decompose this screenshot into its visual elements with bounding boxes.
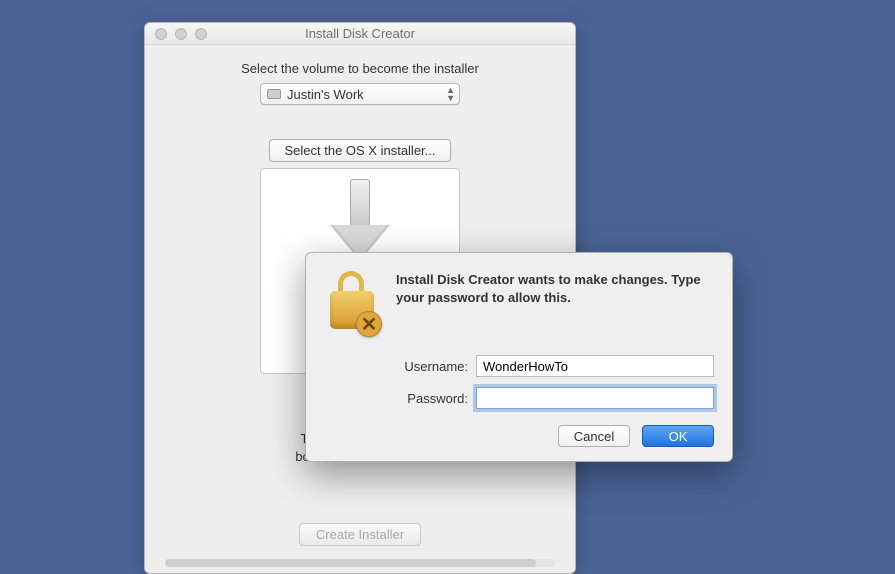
- ok-button[interactable]: OK: [642, 425, 714, 447]
- close-icon[interactable]: [155, 28, 167, 40]
- minimize-icon[interactable]: [175, 28, 187, 40]
- username-label: Username:: [396, 359, 468, 374]
- lock-icon: ✕: [324, 271, 382, 335]
- password-label: Password:: [396, 391, 468, 406]
- titlebar: Install Disk Creator: [145, 23, 575, 45]
- username-field[interactable]: [476, 355, 714, 377]
- select-installer-button[interactable]: Select the OS X installer...: [269, 139, 450, 162]
- volume-select[interactable]: Justin's Work ▲▼: [260, 83, 460, 105]
- zoom-icon[interactable]: [195, 28, 207, 40]
- dialog-message: Install Disk Creator wants to make chang…: [396, 271, 714, 335]
- scrollbar-thumb[interactable]: [165, 559, 536, 567]
- auth-form: Username: Password:: [396, 355, 714, 409]
- badge-x-icon: ✕: [356, 311, 382, 337]
- traffic-lights: [155, 28, 207, 40]
- password-field[interactable]: [476, 387, 714, 409]
- create-installer-button[interactable]: Create Installer: [299, 523, 421, 546]
- volume-selected-value: Justin's Work: [287, 87, 364, 102]
- window-title: Install Disk Creator: [153, 26, 567, 41]
- auth-dialog: ✕ Install Disk Creator wants to make cha…: [305, 252, 733, 462]
- chevron-up-down-icon: ▲▼: [446, 86, 455, 102]
- disk-icon: [267, 89, 281, 99]
- horizontal-scrollbar[interactable]: [165, 559, 555, 567]
- cancel-button[interactable]: Cancel: [558, 425, 630, 447]
- select-volume-label: Select the volume to become the installe…: [241, 61, 479, 76]
